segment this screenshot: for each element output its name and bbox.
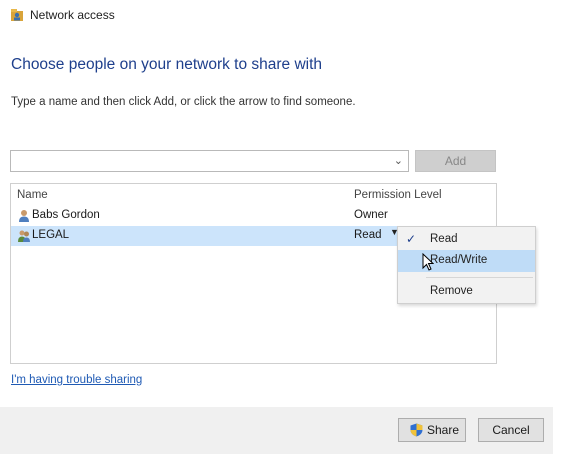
menu-item-read[interactable]: ✓ Read (398, 229, 535, 251)
window-title: Network access (30, 8, 115, 22)
menu-item-label: Remove (430, 285, 473, 297)
trouble-sharing-link[interactable]: I'm having trouble sharing (11, 374, 142, 386)
group-icon (18, 230, 30, 242)
mouse-cursor-icon (422, 253, 434, 271)
chevron-down-icon[interactable]: ⌄ (394, 154, 403, 167)
cancel-button[interactable]: Cancel (478, 418, 544, 442)
instruction-text: Type a name and then click Add, or click… (11, 96, 356, 108)
menu-item-label: Read (430, 233, 458, 245)
shield-icon (410, 423, 423, 437)
checkmark-icon: ✓ (406, 232, 417, 246)
column-header-name: Name (17, 189, 48, 201)
menu-item-read-write[interactable]: Read/Write (398, 250, 535, 272)
page-heading: Choose people on your network to share w… (11, 56, 323, 73)
add-button[interactable]: Add (415, 150, 496, 172)
dialog-footer (0, 407, 553, 454)
name-input[interactable]: ⌄ (10, 150, 409, 172)
user-icon (19, 210, 29, 222)
share-button-label: Share (427, 423, 460, 437)
permission-level: Read (354, 229, 382, 241)
list-row-babs-gordon[interactable]: Babs Gordon Owner (11, 206, 496, 226)
menu-item-remove[interactable]: Remove (398, 281, 535, 303)
share-button[interactable]: Share (398, 418, 466, 442)
network-share-icon (11, 9, 23, 21)
user-name: Babs Gordon (32, 209, 100, 221)
title-bar: Network access (0, 0, 566, 30)
menu-separator (426, 277, 533, 278)
group-name: LEGAL (32, 229, 70, 241)
menu-item-label: Read/Write (430, 254, 488, 266)
permission-menu: ✓ Read Read/Write Remove (397, 226, 536, 304)
column-header-permission: Permission Level (354, 189, 442, 201)
permission-level: Owner (354, 209, 388, 221)
